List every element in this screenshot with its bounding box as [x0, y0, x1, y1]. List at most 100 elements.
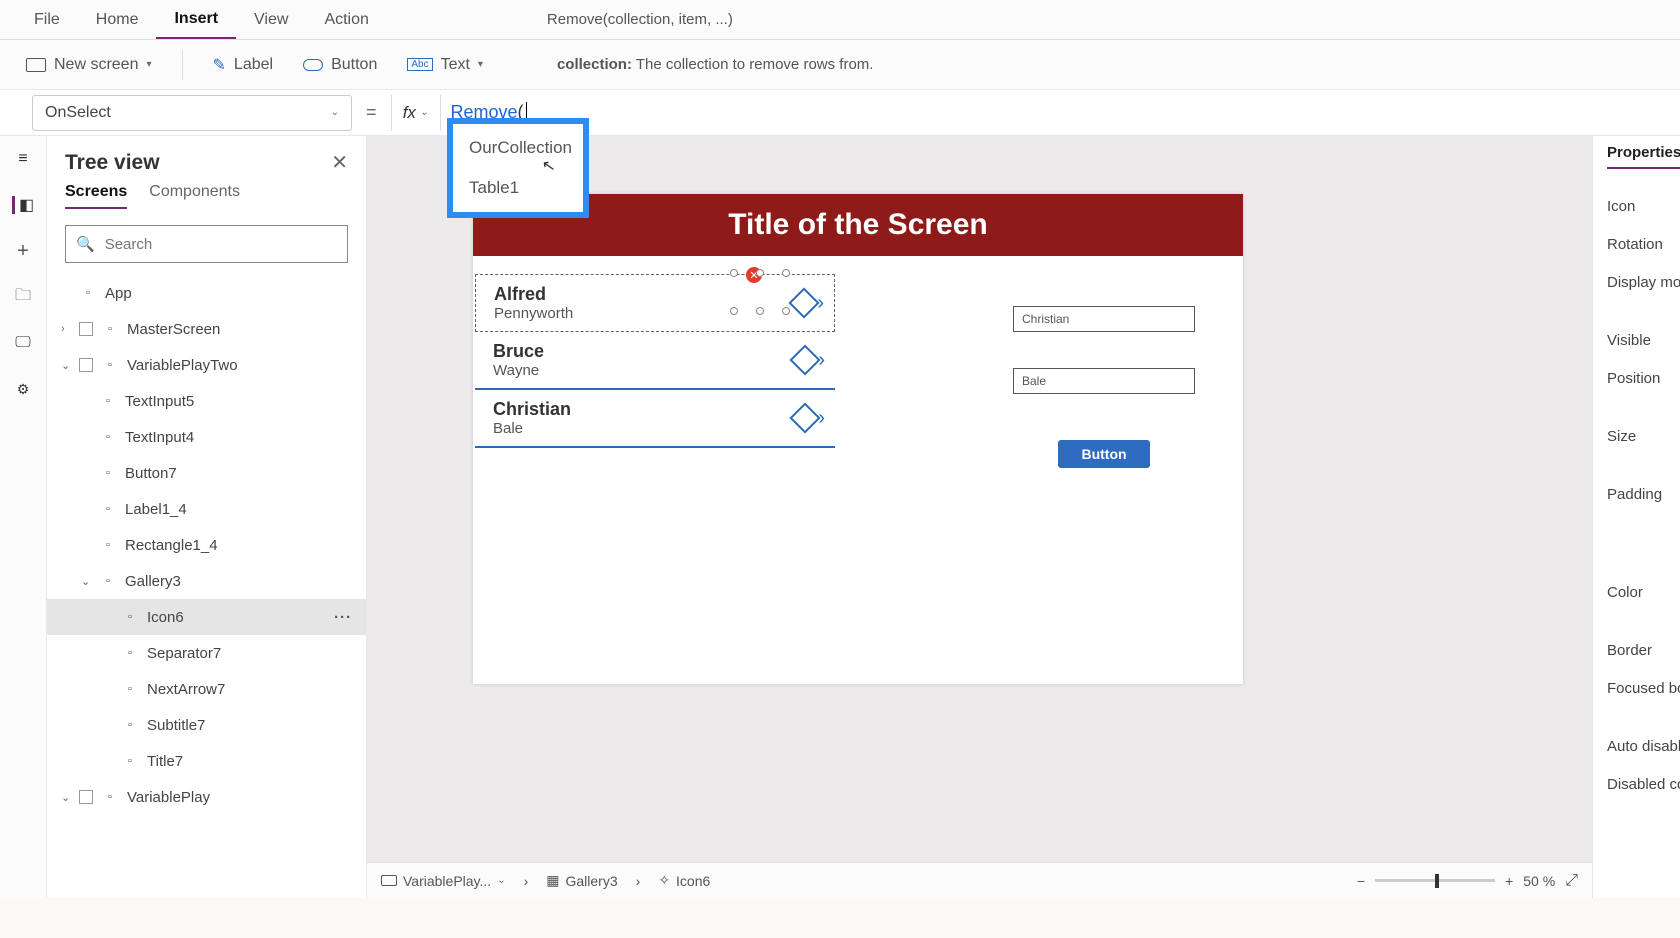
insert-icon[interactable]: +: [12, 242, 34, 260]
formula-hint: collection: The collection to remove row…: [557, 56, 874, 73]
tree-search-input[interactable]: [103, 235, 337, 254]
rect-icon: ▫: [99, 538, 117, 552]
properties-panel: Properties IconRotationDisplay mod Visibl…: [1592, 136, 1680, 898]
new-screen-button[interactable]: New screen ▾: [26, 56, 152, 74]
prop-size[interactable]: Size: [1607, 417, 1680, 455]
media-icon[interactable]: 🖵: [12, 334, 34, 352]
tree-node-textinput5[interactable]: ▫TextInput5: [47, 383, 366, 419]
gallery-row[interactable]: Bruce Wayne ›: [475, 332, 835, 390]
tree-node-textinput4[interactable]: ▫TextInput4: [47, 419, 366, 455]
left-rail: ≡ ◧ + 🗀 🖵 ⚙: [0, 136, 47, 898]
screen-icon: ▫: [101, 322, 119, 336]
arrow-icon: ▫: [121, 682, 139, 696]
intellisense-item[interactable]: OurCollection: [453, 128, 583, 168]
insert-label-button[interactable]: ✎ Label: [213, 55, 274, 75]
gallery-row[interactable]: Alfred Pennyworth › ✕: [475, 274, 835, 332]
search-icon: 🔍: [76, 235, 95, 253]
tree-tab-screens[interactable]: Screens: [65, 183, 127, 209]
prop-color[interactable]: Color: [1607, 573, 1680, 611]
label-icon: ▫: [99, 502, 117, 516]
tree-node-rectangle1_4[interactable]: ▫Rectangle1_4: [47, 527, 366, 563]
tree-search[interactable]: 🔍: [65, 225, 348, 263]
label-edit-icon: ✎: [213, 55, 226, 75]
tab-home[interactable]: Home: [78, 0, 157, 39]
insert-text-button[interactable]: Abc Text ▾: [407, 56, 483, 74]
tab-action[interactable]: Action: [306, 0, 386, 39]
breadcrumb-screen[interactable]: VariablePlay... ⌄: [381, 873, 506, 889]
tree-panel: Tree view ✕ Screens Components 🔍 ▫App›▫M…: [47, 136, 367, 898]
prop-auto-disabl[interactable]: Auto disabl: [1607, 727, 1680, 765]
tree-node-variableplay[interactable]: ⌄▫VariablePlay: [47, 779, 366, 815]
tab-file[interactable]: File: [16, 0, 78, 39]
input-icon: ▫: [99, 430, 117, 444]
more-icon[interactable]: ···: [334, 609, 366, 626]
prop-padding[interactable]: Padding: [1607, 475, 1680, 513]
zoom-out-button[interactable]: −: [1357, 873, 1365, 889]
data-icon[interactable]: 🗀: [12, 288, 34, 306]
fit-screen-icon[interactable]: ⤢: [1565, 872, 1578, 890]
breadcrumb-icon[interactable]: ✧ Icon6: [658, 872, 710, 889]
zoom-in-button[interactable]: +: [1505, 873, 1513, 889]
screen-icon: ▫: [101, 790, 119, 804]
prop-position[interactable]: Position: [1607, 359, 1680, 397]
gallery-item-sub: Bale: [493, 420, 571, 437]
prop-rotation[interactable]: Rotation: [1607, 225, 1680, 263]
tree-node-subtitle7[interactable]: ▫Subtitle7: [47, 707, 366, 743]
canvas-button[interactable]: Button: [1058, 440, 1150, 468]
gallery-control[interactable]: Alfred Pennyworth › ✕ Bruce Wayne › Chri…: [475, 274, 835, 448]
tree-node-masterscreen[interactable]: ›▫MasterScreen: [47, 311, 366, 347]
formula-input[interactable]: Remove(: [441, 102, 1680, 124]
tree-node-variableplaytwo[interactable]: ⌄▫VariablePlayTwo: [47, 347, 366, 383]
tree-list: ▫App›▫MasterScreen⌄▫VariablePlayTwo▫Text…: [47, 275, 366, 898]
icon-icon: ▫: [121, 610, 139, 624]
tab-insert[interactable]: Insert: [156, 0, 236, 39]
prop-disabled-co[interactable]: Disabled co: [1607, 765, 1680, 803]
gallery-item-title: Alfred: [494, 284, 573, 305]
sep-icon: ▫: [121, 646, 139, 660]
next-arrow-icon[interactable]: ›: [794, 349, 825, 372]
tree-view-icon[interactable]: ◧: [12, 196, 34, 214]
prop-icon[interactable]: Icon: [1607, 187, 1680, 225]
next-arrow-icon[interactable]: ›: [794, 407, 825, 430]
canvas: Title of the Screen Alfred Pennyworth › …: [367, 136, 1592, 898]
insert-button-button[interactable]: Button: [303, 56, 377, 74]
breadcrumb-gallery[interactable]: ▦ Gallery3: [546, 872, 617, 889]
prop-focused-bo[interactable]: Focused bo: [1607, 669, 1680, 707]
zoom-controls: − + 50 % ⤢: [1357, 872, 1578, 890]
tree-node-button7[interactable]: ▫Button7: [47, 455, 366, 491]
hamburger-icon[interactable]: ≡: [12, 150, 34, 168]
tree-node-gallery3[interactable]: ⌄▫Gallery3: [47, 563, 366, 599]
zoom-value: 50 %: [1523, 873, 1555, 889]
gallery-row[interactable]: Christian Bale ›: [475, 390, 835, 448]
intellisense-item[interactable]: Table1: [453, 168, 583, 208]
label-icon: ▫: [121, 718, 139, 732]
next-arrow-icon[interactable]: ›: [793, 292, 824, 315]
tree-node-separator7[interactable]: ▫Separator7: [47, 635, 366, 671]
prop-display-mod[interactable]: Display mod: [1607, 263, 1680, 301]
tree-node-title7[interactable]: ▫Title7: [47, 743, 366, 779]
prop-visible[interactable]: Visible: [1607, 321, 1680, 359]
error-icon[interactable]: ✕: [746, 267, 762, 283]
text-input-1[interactable]: [1013, 306, 1195, 332]
properties-tab[interactable]: Properties: [1607, 144, 1680, 169]
tools-icon[interactable]: ⚙: [12, 380, 34, 398]
tree-node-icon6[interactable]: ▫Icon6···: [47, 599, 366, 635]
tree-node-nextarrow7[interactable]: ▫NextArrow7: [47, 671, 366, 707]
button-icon: ▫: [99, 466, 117, 480]
tree-node-app[interactable]: ▫App: [47, 275, 366, 311]
tree-node-label1_4[interactable]: ▫Label1_4: [47, 491, 366, 527]
prop-border[interactable]: Border: [1607, 631, 1680, 669]
app-icon: ▫: [79, 286, 97, 300]
formula-bar: OnSelect ⌄ = fx⌄ Remove(: [0, 90, 1680, 136]
formula-signature: Remove(collection, item, ...): [547, 11, 733, 28]
gallery-item-sub: Pennyworth: [494, 305, 573, 322]
text-input-2[interactable]: [1013, 368, 1195, 394]
fx-button[interactable]: fx⌄: [391, 95, 441, 131]
close-icon[interactable]: ✕: [331, 150, 348, 175]
gallery-item-title: Christian: [493, 399, 571, 420]
tree-tab-components[interactable]: Components: [149, 183, 240, 209]
property-selector[interactable]: OnSelect ⌄: [32, 95, 352, 131]
zoom-slider[interactable]: [1375, 879, 1495, 882]
tab-view[interactable]: View: [236, 0, 306, 39]
gallery-item-title: Bruce: [493, 341, 544, 362]
